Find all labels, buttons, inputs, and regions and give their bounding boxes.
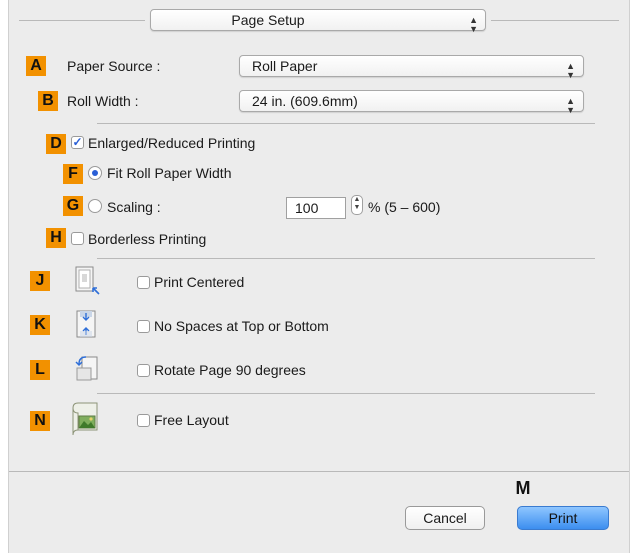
checkmark-icon: ✓: [72, 135, 83, 149]
scaling-input[interactable]: 100: [286, 197, 346, 219]
scaling-range-label: % (5 – 600): [368, 199, 441, 215]
badge-b: B: [38, 91, 58, 111]
paper-source-select[interactable]: Roll Paper ▲ ▼: [239, 55, 584, 80]
borderless-checkbox[interactable]: [71, 232, 84, 245]
page-setup-popup-label: Page Setup: [231, 12, 305, 28]
footer-divider: [9, 471, 629, 472]
page-setup-popup[interactable]: Page Setup ▲ ▼: [150, 9, 486, 34]
free-layout-icon: [72, 402, 98, 436]
no-spaces-checkbox[interactable]: [137, 320, 150, 333]
section-divider-3: [97, 393, 595, 394]
scaling-stepper[interactable]: ▲ ▼: [351, 195, 363, 215]
badge-l: L: [30, 360, 50, 380]
borderless-label: Borderless Printing: [88, 231, 207, 247]
roll-width-label: Roll Width :: [67, 93, 139, 109]
header-line-right: [491, 20, 619, 21]
section-divider-1: [97, 123, 595, 124]
enlarged-reduced-label: Enlarged/Reduced Printing: [88, 135, 256, 151]
badge-n: N: [30, 411, 50, 431]
header-line-left: [19, 20, 145, 21]
badge-f: F: [63, 164, 83, 184]
scaling-radio[interactable]: [88, 199, 102, 213]
badge-m: M: [515, 478, 531, 498]
chevron-updown-icon: ▲ ▼: [566, 96, 575, 115]
chevron-updown-icon: ▲ ▼: [566, 61, 575, 80]
badge-d: D: [46, 134, 66, 154]
rotate-page-label: Rotate Page 90 degrees: [154, 362, 306, 378]
print-centered-label: Print Centered: [154, 274, 245, 290]
rotate-page-checkbox[interactable]: [137, 364, 150, 377]
free-layout-label: Free Layout: [154, 412, 229, 428]
badge-j: J: [30, 271, 50, 291]
paper-source-label: Paper Source :: [67, 58, 161, 74]
no-spaces-icon: [76, 310, 96, 338]
fit-roll-label: Fit Roll Paper Width: [107, 165, 232, 181]
enlarged-reduced-checkbox[interactable]: ✓: [71, 136, 84, 149]
print-centered-icon: [75, 266, 100, 295]
free-layout-checkbox[interactable]: [137, 414, 150, 427]
badge-h: H: [46, 228, 66, 248]
badge-g: G: [63, 196, 83, 216]
rotate-page-icon: [75, 356, 98, 381]
page-setup-panel: Page Setup ▲ ▼ A Paper Source : Roll Pape…: [8, 0, 630, 553]
cancel-button[interactable]: Cancel: [405, 506, 485, 530]
scaling-label: Scaling :: [107, 199, 161, 215]
print-button[interactable]: Print: [517, 506, 609, 530]
popup-arrows-icon: ▲ ▼: [469, 15, 478, 34]
roll-width-select[interactable]: 24 in. (609.6mm) ▲ ▼: [239, 90, 584, 115]
paper-source-value: Roll Paper: [252, 58, 318, 74]
no-spaces-label: No Spaces at Top or Bottom: [154, 318, 329, 334]
print-centered-checkbox[interactable]: [137, 276, 150, 289]
section-divider-2: [97, 258, 595, 259]
fit-roll-radio[interactable]: [88, 166, 102, 180]
badge-k: K: [30, 315, 50, 335]
badge-a: A: [26, 56, 46, 76]
roll-width-value: 24 in. (609.6mm): [252, 93, 358, 109]
